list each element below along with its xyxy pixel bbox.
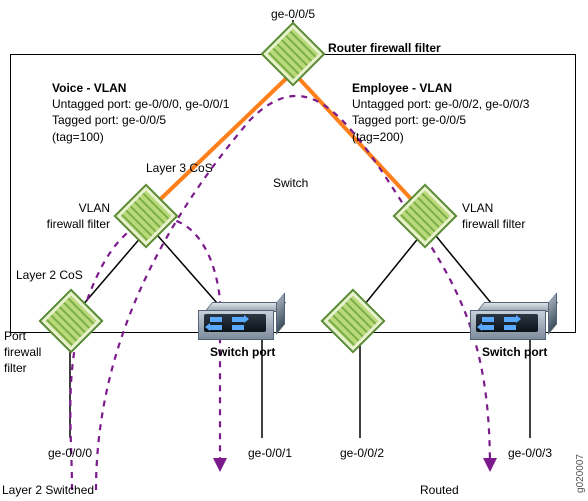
port0-label: ge-0/0/0 (48, 445, 92, 461)
employee-line1: Untagged port: ge-0/0/2, ge-0/0/3 (352, 96, 529, 112)
layer3-label: Layer 3 CoS (146, 160, 213, 176)
switch-port-left-label: Switch port (210, 344, 275, 360)
voice-line2: Tagged port: ge-0/0/5 (52, 112, 229, 128)
path-left-label: Layer 2 Switched (2, 482, 94, 498)
voice-line1: Untagged port: ge-0/0/0, ge-0/0/1 (52, 96, 229, 112)
switch-port-left-icon (198, 302, 278, 340)
vlan-right-label: VLAN firewall filter (462, 200, 525, 232)
port1-label: ge-0/0/1 (248, 445, 292, 461)
switch-port-right-label: Switch port (482, 344, 547, 360)
router-filter-label: Router firewall filter (328, 40, 441, 56)
top-port-label: ge-0/0/5 (260, 6, 326, 22)
voice-title: Voice - VLAN (52, 80, 229, 96)
employee-title: Employee - VLAN (352, 80, 529, 96)
employee-line2: Tagged port: ge-0/0/5 (352, 112, 529, 128)
employee-vlan-block: Employee - VLAN Untagged port: ge-0/0/2,… (352, 80, 529, 145)
port2-label: ge-0/0/2 (340, 445, 384, 461)
image-id: g020007 (575, 454, 586, 493)
vlan-left-label: VLAN firewall filter (34, 200, 110, 232)
layer2-label: Layer 2 CoS (16, 267, 83, 283)
port3-label: ge-0/0/3 (508, 445, 552, 461)
port-filter-label: Port firewall filter (4, 328, 41, 377)
voice-line3: (tag=100) (52, 129, 229, 145)
employee-line3: (tag=200) (352, 129, 529, 145)
voice-vlan-block: Voice - VLAN Untagged port: ge-0/0/0, ge… (52, 80, 229, 145)
switch-label: Switch (273, 175, 308, 191)
path-right-label: Routed (420, 482, 459, 498)
switch-port-right-icon (470, 302, 550, 340)
